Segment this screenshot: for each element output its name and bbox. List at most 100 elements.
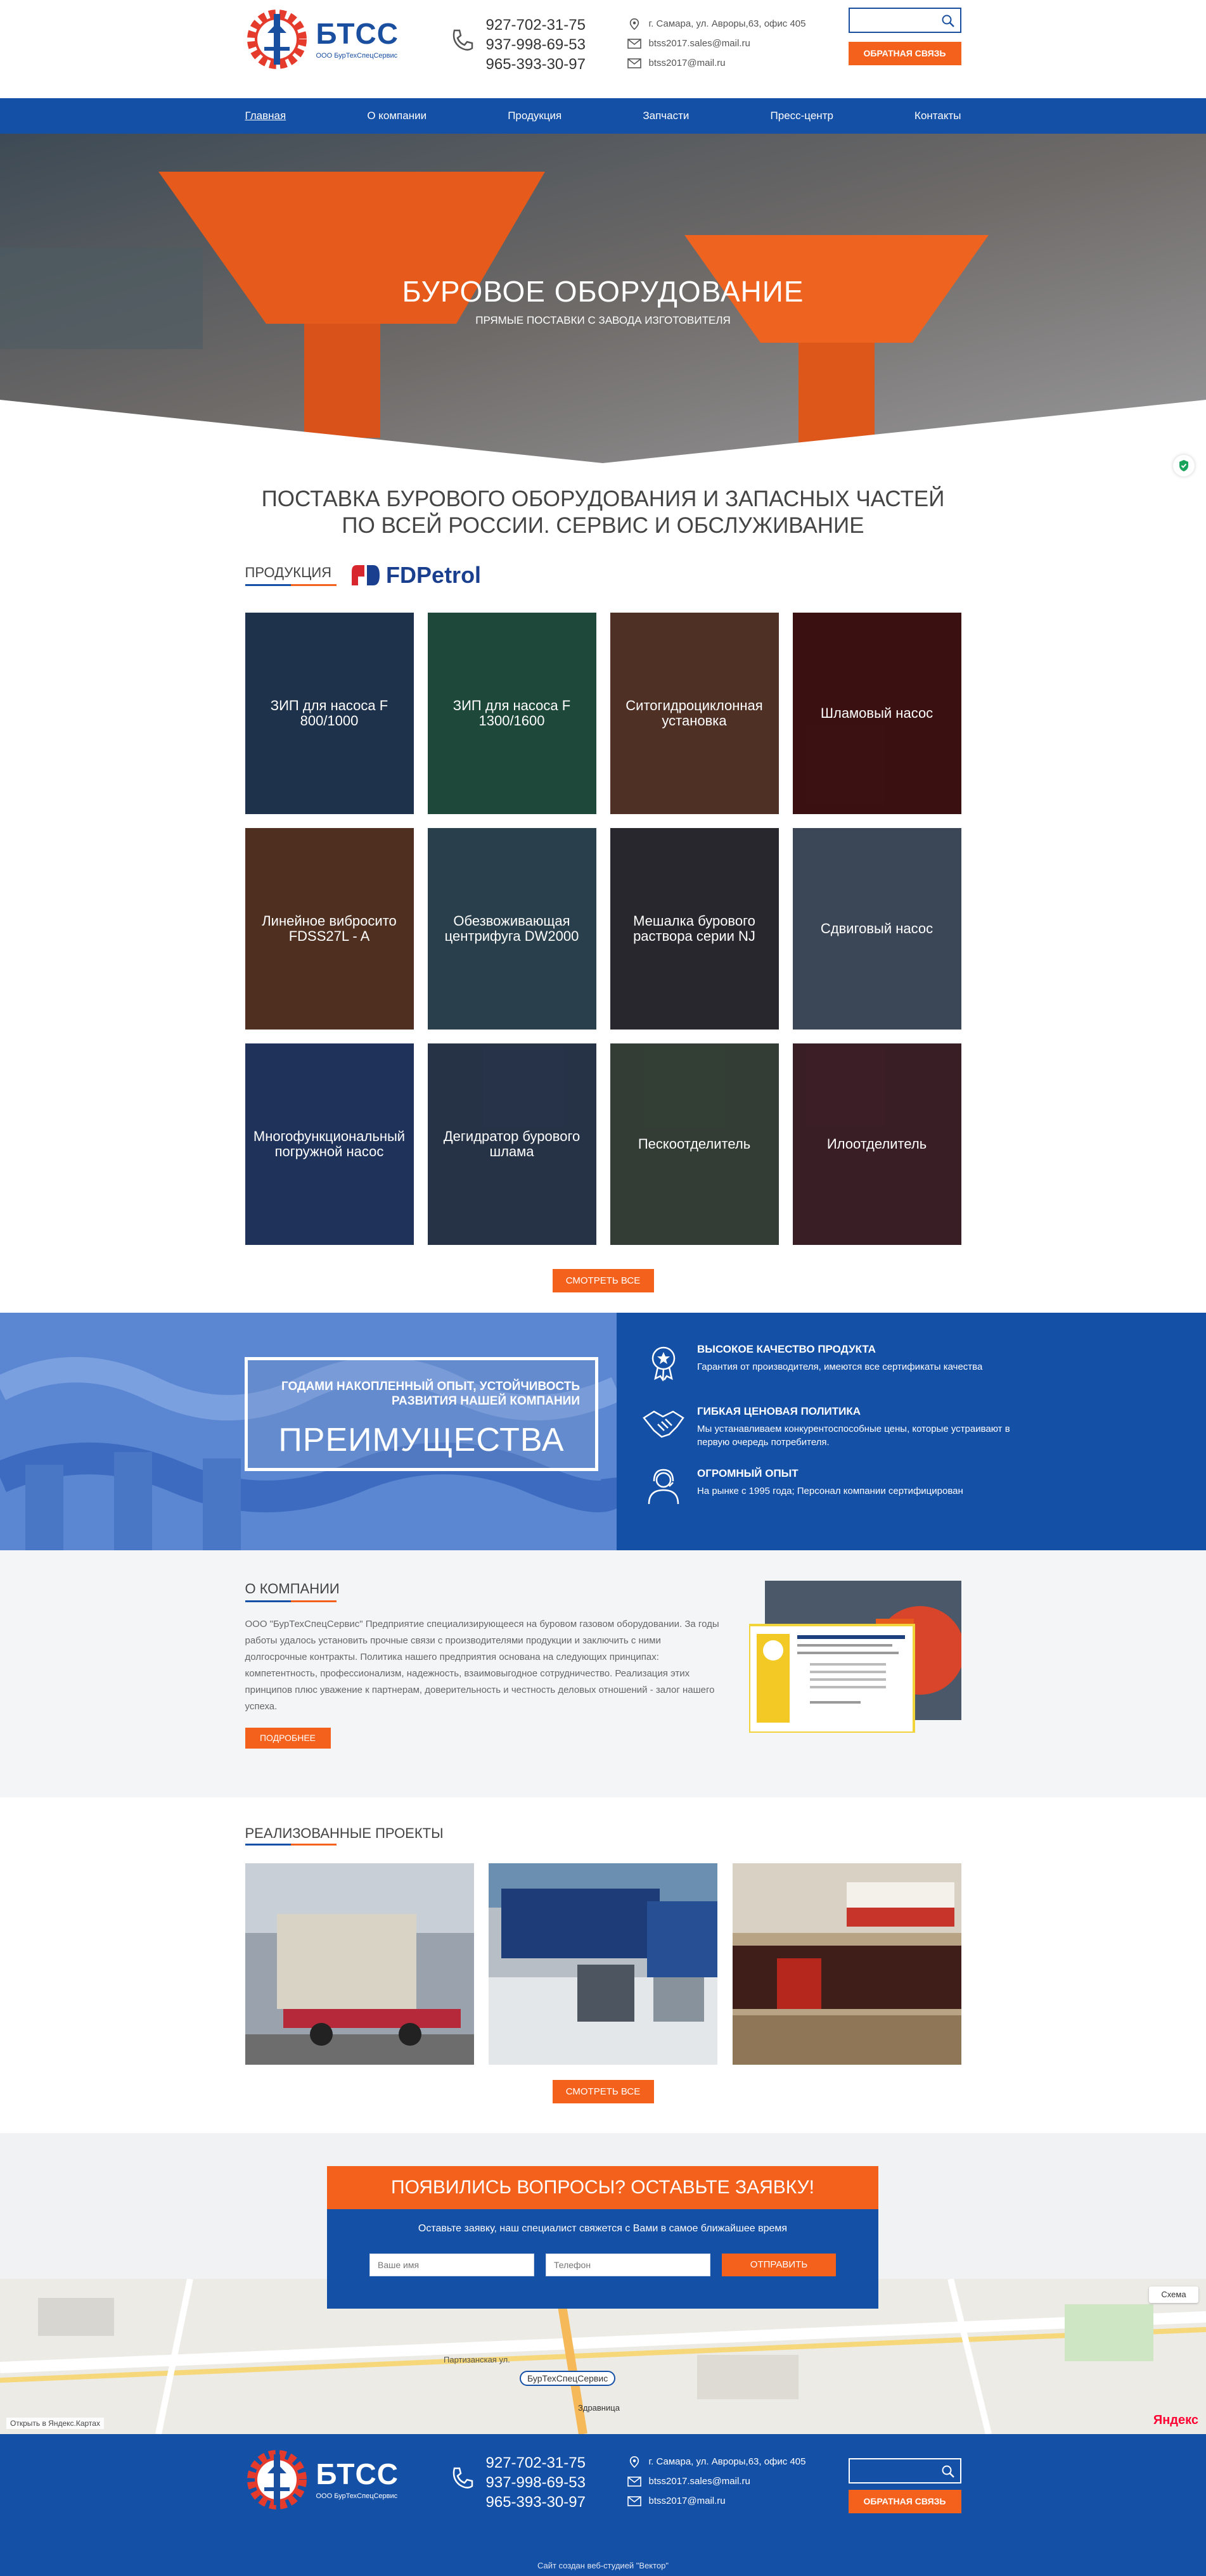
product-card[interactable]: Многофункциональный погружной насос <box>245 1043 414 1245</box>
open-in-yandex-link[interactable]: Открыть в Яндекс.Картах <box>6 2418 104 2429</box>
product-card-label: Илоотделитель <box>826 1136 927 1152</box>
product-card-label: Обезвоживающая центрифуга DW2000 <box>444 913 579 944</box>
mail-icon <box>627 38 641 49</box>
search-icon[interactable] <box>941 2464 955 2478</box>
search-input[interactable] <box>848 8 961 33</box>
email-sales[interactable]: btss2017.sales@mail.ru <box>649 38 750 49</box>
logo-subtitle: ООО БурТехСпецСервис <box>316 2492 398 2500</box>
contacts-block: г. Самара, ул. Авроры,63, офис 405 btss2… <box>627 14 806 73</box>
projects-section: РЕАЛИЗОВАННЫЕ ПРОЕКТЫ СМОТРЕТЬ ВСЕ <box>245 1797 961 2133</box>
product-card-label: Ситогидроциклонная установка <box>625 698 763 729</box>
product-card[interactable]: ЗИП для насоса F 1300/1600 <box>427 613 596 814</box>
product-card[interactable]: Обезвоживающая центрифуга DW2000 <box>427 828 596 1030</box>
map-pin-label[interactable]: БурТехСпецСервис <box>520 2371 616 2386</box>
product-card[interactable]: Линейное вибросито FDSS27L - A <box>245 828 414 1030</box>
product-card[interactable]: Мешалка бурового раствора серии NJ <box>610 828 779 1030</box>
nav-item-contacts[interactable]: Контакты <box>914 110 961 122</box>
footer-search-input[interactable] <box>848 2458 961 2484</box>
phone-number-2[interactable]: 937-998-69-53 <box>486 35 586 54</box>
phone-number-3[interactable]: 965-393-30-97 <box>486 2492 586 2512</box>
phone-number-2[interactable]: 937-998-69-53 <box>486 2473 586 2492</box>
yandex-logo: Яндекс <box>1153 2413 1198 2427</box>
gear-logo-icon <box>247 10 307 69</box>
logo-text: БТСС <box>316 2458 399 2490</box>
advantage-text: На рынке с 1995 года; Персонал компании … <box>697 1486 963 1496</box>
callback-button[interactable]: ОБРАТНАЯ СВЯЗЬ <box>848 42 961 65</box>
support-agent-icon <box>648 1469 679 1505</box>
handshake-icon <box>643 1410 684 1438</box>
footer-logo[interactable]: БТСС ООО БурТехСпецСервис <box>245 2448 399 2511</box>
nav-item-parts[interactable]: Запчасти <box>643 110 689 122</box>
email-sales[interactable]: btss2017.sales@mail.ru <box>649 2476 750 2487</box>
product-card[interactable]: Сдвиговый насос <box>792 828 961 1030</box>
product-card[interactable]: Дегидратор бурового шлама <box>427 1043 596 1245</box>
advantage-text: Гарантия от производителя, имеются все с… <box>697 1361 983 1372</box>
about-title: О КОМПАНИИ <box>245 1581 340 1602</box>
product-card-label: Многофункциональный погружной насос <box>253 1128 406 1159</box>
project-photo[interactable] <box>732 1863 961 2065</box>
phone-icon <box>452 2467 473 2489</box>
site-header: БТСС ООО БурТехСпецСервис 927-702-31-75 … <box>0 0 1206 98</box>
products-view-all-button[interactable]: СМОТРЕТЬ ВСЕ <box>552 1269 654 1292</box>
copyright-text[interactable]: Сайт создан веб-студией "Вектор" <box>245 2561 961 2570</box>
send-button[interactable]: ОТПРАВИТЬ <box>722 2254 836 2276</box>
email-main[interactable]: btss2017@mail.ru <box>649 58 726 68</box>
product-card-label: Мешалка бурового раствора серии NJ <box>633 913 755 944</box>
phone-block: 927-702-31-75 937-998-69-53 965-393-30-9… <box>448 15 586 74</box>
location-pin-icon <box>629 18 639 30</box>
phone-number-1[interactable]: 927-702-31-75 <box>486 2453 586 2473</box>
request-section: ПОЯВИЛИСЬ ВОПРОСЫ? ОСТАВЬТЕ ЗАЯВКУ! Оста… <box>0 2133 1206 2309</box>
product-card-label: Шламовый насос <box>820 705 933 721</box>
product-card-label: Пескоотделитель <box>638 1136 751 1152</box>
gear-logo-icon <box>247 2450 307 2509</box>
product-card[interactable]: Шламовый насос <box>792 613 961 814</box>
footer-phone-block: 927-702-31-75 937-998-69-53 965-393-30-9… <box>448 2453 586 2512</box>
advantages-kicker: ГОДАМИ НАКОПЛЕННЫЙ ОПЫТ, УСТОЙЧИВОСТЬ РА… <box>281 1380 580 1408</box>
product-card[interactable]: Ситогидроциклонная установка <box>610 613 779 814</box>
about-text: ООО "БурТехСпецСервис" Предприятие специ… <box>245 1619 719 1712</box>
intro-headline: ПОСТАВКА БУРОВОГО ОБОРУДОВАНИЯ И ЗАПАСНЫ… <box>261 487 945 538</box>
logo-text: БТСС <box>316 17 399 50</box>
about-more-button[interactable]: ПОДРОБНЕЕ <box>245 1728 331 1749</box>
mail-icon <box>627 58 641 68</box>
nav-item-about[interactable]: О компании <box>367 110 427 122</box>
logo-subtitle: ООО БурТехСпецСервис <box>316 52 398 60</box>
site-logo[interactable]: БТСС ООО БурТехСпецСервис <box>245 8 399 71</box>
project-photo[interactable] <box>245 1863 474 2065</box>
about-section: О КОМПАНИИ ООО "БурТехСпецСервис" Предпр… <box>0 1550 1206 1797</box>
street-label: Партизанская ул. <box>444 2355 510 2364</box>
search-icon[interactable] <box>941 14 955 28</box>
nav-item-press[interactable]: Пресс-центр <box>771 110 833 122</box>
nav-item-products[interactable]: Продукция <box>508 110 561 122</box>
footer-callback-button[interactable]: ОБРАТНАЯ СВЯЗЬ <box>848 2490 961 2513</box>
product-card-label: Линейное вибросито FDSS27L - A <box>262 913 397 944</box>
nav-item-home[interactable]: Главная <box>245 110 286 122</box>
product-card[interactable]: Илоотделитель <box>792 1043 961 1245</box>
request-form: ПОЯВИЛИСЬ ВОПРОСЫ? ОСТАВЬТЕ ЗАЯВКУ! Оста… <box>327 2166 878 2309</box>
map-stop-label: Здравница <box>578 2403 620 2413</box>
projects-view-all-button[interactable]: СМОТРЕТЬ ВСЕ <box>552 2080 654 2103</box>
project-photo[interactable] <box>489 1863 717 2065</box>
advantages-frame: ГОДАМИ НАКОПЛЕННЫЙ ОПЫТ, УСТОЙЧИВОСТЬ РА… <box>245 1357 598 1471</box>
product-card[interactable]: ЗИП для насоса F 800/1000 <box>245 613 414 814</box>
site-footer: БТСС ООО БурТехСпецСервис 927-702-31-75 … <box>0 2434 1206 2576</box>
name-input[interactable] <box>369 2254 534 2276</box>
product-card-label: ЗИП для насоса F 1300/1600 <box>452 698 571 729</box>
about-certificate-image <box>747 1581 965 1734</box>
shield-icon[interactable] <box>1173 455 1195 476</box>
email-main[interactable]: btss2017@mail.ru <box>649 2496 726 2506</box>
phone-input[interactable] <box>546 2254 710 2276</box>
hero-title: БУРОВОЕ ОБОРУДОВАНИЕ <box>402 275 804 308</box>
mail-icon <box>627 2496 641 2506</box>
phone-icon <box>452 29 473 51</box>
product-card[interactable]: Пескоотделитель <box>610 1043 779 1245</box>
phone-number-3[interactable]: 965-393-30-97 <box>486 54 586 74</box>
fdpetrol-logo[interactable]: FDPetrol <box>350 562 481 589</box>
advantages-section: ГОДАМИ НАКОПЛЕННЫЙ ОПЫТ, УСТОЙЧИВОСТЬ РА… <box>0 1313 1206 1550</box>
product-card-label: Дегидратор бурового шлама <box>443 1128 581 1159</box>
address-text: г. Самара, ул. Авроры,63, офис 405 <box>648 18 806 29</box>
map-scheme-toggle[interactable]: Схема <box>1149 2286 1198 2303</box>
mail-icon <box>627 2476 641 2487</box>
phone-number-1[interactable]: 927-702-31-75 <box>486 15 586 35</box>
projects-title: РЕАЛИЗОВАННЫЕ ПРОЕКТЫ <box>245 1825 444 1846</box>
